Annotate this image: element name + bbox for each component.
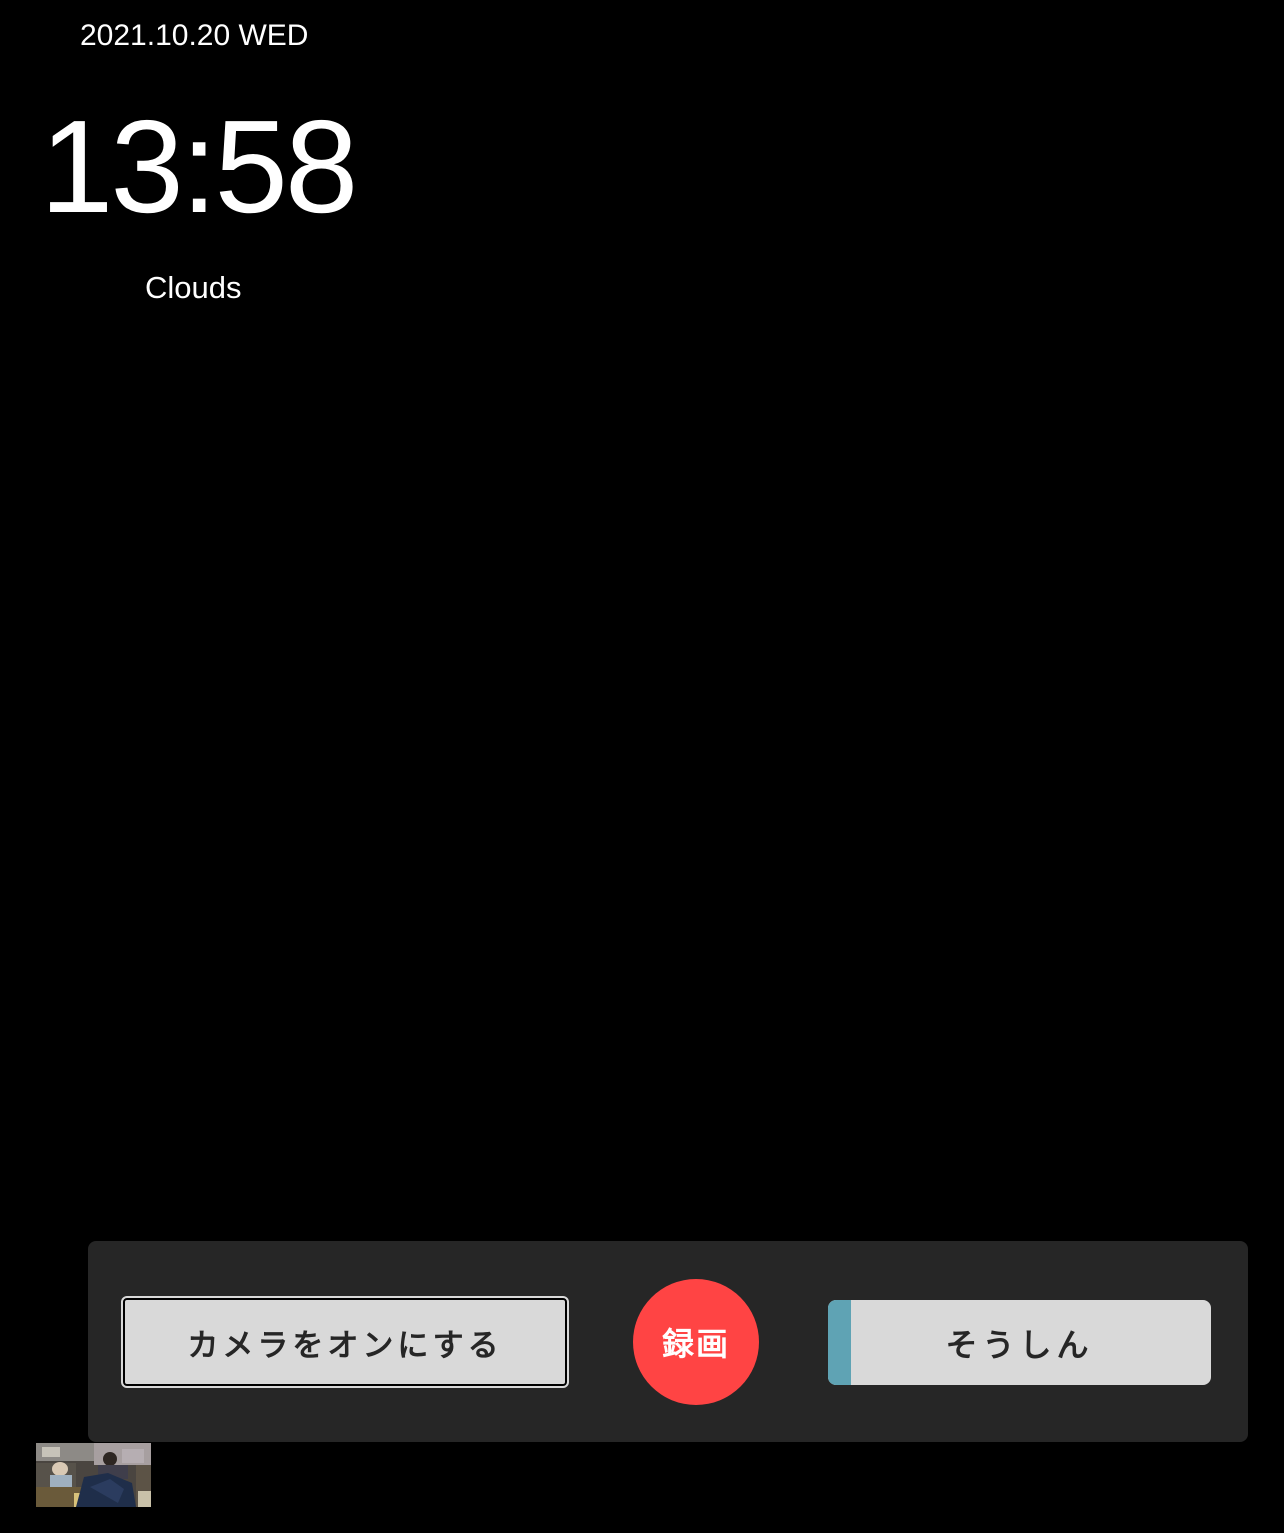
- weather-label: Clouds: [145, 270, 242, 305]
- camera-preview-thumbnail[interactable]: [36, 1443, 151, 1507]
- clock-time: 13:58: [40, 93, 358, 240]
- date-label: 2021.10.20 WED: [80, 19, 309, 52]
- screen: 2021.10.20 WED 13:58 Clouds カメラをオンにする 録画…: [0, 0, 1284, 1533]
- record-button[interactable]: 録画: [633, 1279, 759, 1405]
- camera-on-button[interactable]: カメラをオンにする: [121, 1296, 569, 1388]
- send-button[interactable]: そうしん: [828, 1300, 1211, 1385]
- send-button-label: そうしん: [945, 1325, 1094, 1364]
- record-button-label: 録画: [661, 1325, 730, 1363]
- control-panel: カメラをオンにする 録画 そうしん: [88, 1241, 1248, 1442]
- camera-on-button-label: カメラをオンにする: [187, 1327, 503, 1364]
- send-progress-bar: [828, 1300, 851, 1385]
- camera-preview-image: [36, 1443, 151, 1507]
